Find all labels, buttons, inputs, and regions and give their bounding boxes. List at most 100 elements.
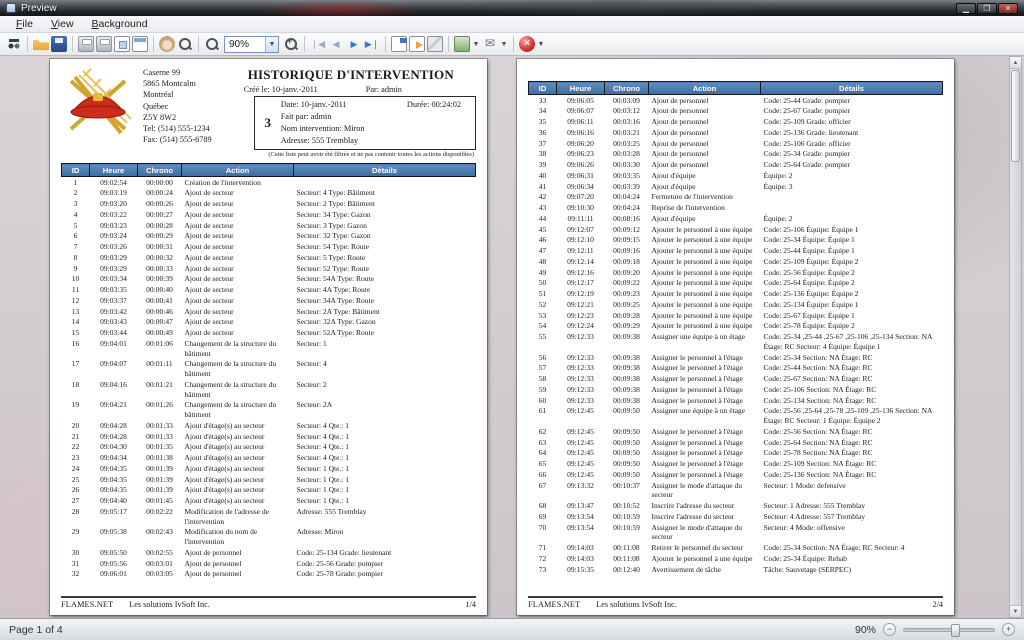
cell-action: Ajouter le personnel à une équipe bbox=[649, 553, 761, 564]
table-row: 51 09:12:19 00:09:23 Ajouter le personne… bbox=[529, 289, 943, 300]
table-row: 37 09:06:20 00:03:25 Ajout de personnel … bbox=[529, 138, 943, 149]
menu-view[interactable]: View bbox=[43, 17, 82, 31]
cell-chrono: 00:02:22 bbox=[138, 506, 182, 527]
cell-id: 72 bbox=[529, 553, 557, 564]
export-icon[interactable] bbox=[409, 36, 425, 52]
cell-id: 26 bbox=[62, 485, 90, 496]
scroll-down-icon[interactable]: ▼ bbox=[1010, 605, 1021, 617]
table-row: 30 09:05:50 00:02:55 Ajout de personnel … bbox=[62, 547, 476, 558]
table-row: 10 09:03:34 00:00:39 Ajout de secteur Se… bbox=[62, 274, 476, 285]
close-button[interactable]: ✕ bbox=[998, 3, 1018, 14]
cell-id: 71 bbox=[529, 543, 557, 554]
pan-hand-icon[interactable] bbox=[159, 36, 175, 52]
last-page-button[interactable]: ▶❘ bbox=[364, 36, 380, 52]
cell-id: 20 bbox=[62, 420, 90, 431]
cell-action: Ajout de personnel bbox=[649, 160, 761, 171]
chevron-down-icon[interactable]: ▼ bbox=[265, 37, 278, 52]
cell-chrono: 00:10:37 bbox=[605, 480, 649, 501]
cell-chrono: 00:03:28 bbox=[605, 149, 649, 160]
cell-heure: 09:03:34 bbox=[90, 274, 138, 285]
previous-page-button[interactable]: ◀ bbox=[328, 36, 344, 52]
menu-background[interactable]: Background bbox=[84, 17, 156, 31]
zoom-slider-thumb[interactable] bbox=[951, 624, 960, 637]
cell-id: 18 bbox=[62, 379, 90, 400]
cell-id: 16 bbox=[62, 338, 90, 359]
title-bar[interactable]: Preview ▁ ❐ ✕ bbox=[0, 0, 1024, 16]
table-row: 64 09:12:45 00:09:50 Assigner le personn… bbox=[529, 448, 943, 459]
chevron-down-icon[interactable]: ▼ bbox=[500, 41, 508, 48]
zoom-in-button[interactable]: + bbox=[1002, 623, 1015, 636]
minimize-button[interactable]: ▁ bbox=[956, 3, 976, 14]
scrollbar-thumb[interactable] bbox=[1011, 70, 1020, 162]
next-page-button[interactable]: ▶ bbox=[346, 36, 362, 52]
zoom-icon[interactable] bbox=[177, 36, 193, 52]
cell-heure: 09:04:21 bbox=[90, 400, 138, 421]
find-icon[interactable] bbox=[6, 36, 22, 52]
print-icon[interactable] bbox=[96, 36, 112, 52]
cell-chrono: 00:09:38 bbox=[605, 352, 649, 363]
cell-chrono: 00:03:21 bbox=[605, 127, 649, 138]
save-icon[interactable] bbox=[51, 36, 67, 52]
table-row: 38 09:06:23 00:03:28 Ajout de personnel … bbox=[529, 149, 943, 160]
scroll-up-icon[interactable]: ▲ bbox=[1010, 57, 1021, 69]
vertical-scrollbar[interactable]: ▲ ▼ bbox=[1009, 56, 1022, 618]
page-copy-icon[interactable] bbox=[114, 36, 130, 52]
print-setup-icon[interactable] bbox=[78, 36, 94, 52]
zoom-in-icon[interactable]: + bbox=[283, 36, 299, 52]
cell-id: 59 bbox=[529, 384, 557, 395]
cell-details: Code: 25-34 Grade: pompier bbox=[761, 149, 943, 160]
maximize-button[interactable]: ❐ bbox=[977, 3, 997, 14]
first-page-button[interactable]: ❘◀ bbox=[310, 36, 326, 52]
zoom-slider[interactable] bbox=[903, 628, 995, 632]
cell-action: Ajout de secteur bbox=[182, 317, 294, 328]
cell-details: Code: 25-44 Grade: pompier bbox=[761, 95, 943, 106]
cell-chrono: 00:09:16 bbox=[605, 246, 649, 257]
col-chrono: Chrono bbox=[605, 82, 649, 95]
intervention-info-box: 3 Date: 10-janv.-2011 Durée: 00:24:02 Fa… bbox=[254, 96, 476, 150]
cell-id: 7 bbox=[62, 242, 90, 253]
toolbar-overflow-icon[interactable]: ▼ bbox=[537, 41, 545, 48]
cell-chrono: 00:09:20 bbox=[605, 267, 649, 278]
cell-details: Code: 25-34 Équipe: Rehab bbox=[761, 553, 943, 564]
cell-heure: 09:12:07 bbox=[557, 224, 605, 235]
col-details: Détails bbox=[294, 164, 476, 177]
cell-details: Secteur: 4 Qte.: 1 bbox=[294, 442, 476, 453]
cell-details: Adresse: Miron bbox=[294, 527, 476, 548]
cell-id: 27 bbox=[62, 496, 90, 507]
cell-action: Assigner une équipe à un étage bbox=[649, 406, 761, 427]
footer-brand: FLAMES.NET bbox=[528, 600, 580, 609]
cell-action: Assigner le mode d'attaque du secteur bbox=[649, 480, 761, 501]
table-row: 25 09:04:35 00:01:39 Ajout d'étage(s) au… bbox=[62, 474, 476, 485]
table-row: 69 09:13:54 00:10:59 Inscrire l'adresse … bbox=[529, 511, 943, 522]
separator bbox=[513, 36, 514, 52]
cell-details: Code: 25-34 Section: NA Étage: RC Secteu… bbox=[761, 543, 943, 554]
watermark-icon[interactable] bbox=[427, 36, 443, 52]
cell-chrono: 00:01:35 bbox=[138, 442, 182, 453]
address-line: Caserne 99 bbox=[143, 67, 212, 78]
cell-chrono: 00:00:49 bbox=[138, 328, 182, 339]
menu-file[interactable]: File bbox=[8, 17, 41, 31]
page-setup-icon[interactable] bbox=[132, 36, 148, 52]
cell-id: 54 bbox=[529, 321, 557, 332]
cell-chrono: 00:09:50 bbox=[605, 437, 649, 448]
chevron-down-icon[interactable]: ▼ bbox=[472, 41, 480, 48]
table-header-row: ID Heure Chrono Action Détails bbox=[529, 82, 943, 95]
cell-chrono: 00:09:15 bbox=[605, 235, 649, 246]
zoom-out-button[interactable]: − bbox=[883, 623, 896, 636]
table-row: 5 09:03:23 00:00:28 Ajout de secteur Sec… bbox=[62, 220, 476, 231]
page-footer-1: FLAMES.NET Les solutions IvSoft Inc. 1/4 bbox=[61, 596, 476, 609]
cell-id: 21 bbox=[62, 431, 90, 442]
close-preview-icon[interactable]: × bbox=[519, 36, 535, 52]
cell-action: Ajout de secteur bbox=[182, 209, 294, 220]
table-row: 18 09:04:16 00:01:21 Changement de la st… bbox=[62, 379, 476, 400]
table-row: 40 09:06:31 00:03:35 Ajout d'équipe Équi… bbox=[529, 170, 943, 181]
page-layout-icon[interactable] bbox=[391, 36, 407, 52]
zoom-out-icon[interactable] bbox=[204, 36, 220, 52]
email-icon[interactable]: ✉ bbox=[482, 36, 498, 52]
open-icon[interactable] bbox=[33, 36, 49, 52]
cell-details: Code: 25-34 ,25-44 ,25-67 ,25-106 ,25-13… bbox=[761, 332, 943, 353]
zoom-combobox[interactable]: 90% ▼ bbox=[224, 36, 279, 53]
cell-action: Changement de la structure du bâtiment bbox=[182, 338, 294, 359]
picture-icon[interactable] bbox=[454, 36, 470, 52]
cell-action: Assigner le personnel à l'étage bbox=[649, 459, 761, 470]
